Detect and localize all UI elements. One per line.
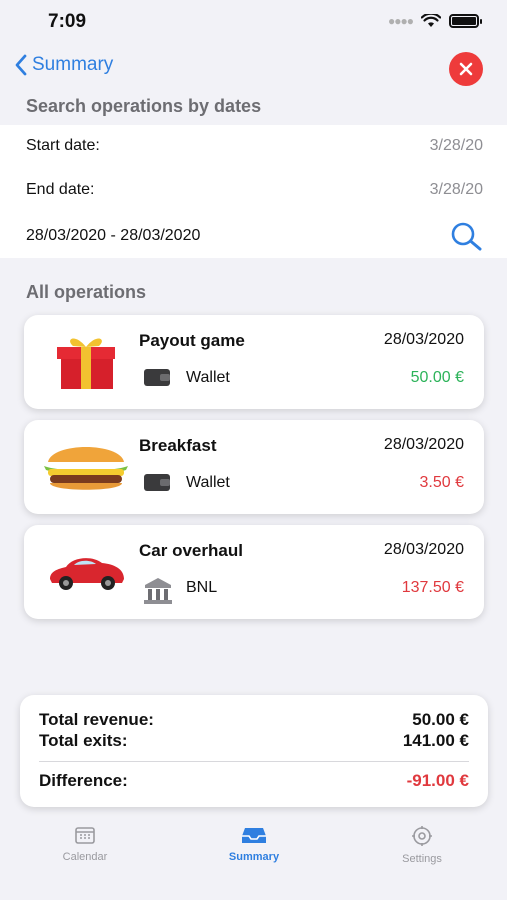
close-button[interactable] (449, 52, 483, 86)
burger-icon (34, 430, 138, 504)
tab-calendar-label: Calendar (62, 851, 108, 863)
operation-account: BNL (186, 579, 218, 596)
operation-date: 28/03/2020 (383, 436, 464, 453)
tab-settings[interactable]: Settings (362, 825, 482, 865)
bank-icon (142, 576, 174, 611)
operation-account: Wallet (186, 369, 230, 386)
tab-summary[interactable]: Summary (194, 825, 314, 863)
chevron-left-icon (15, 54, 27, 76)
status-bar: 7:09 ●●●● (0, 0, 507, 44)
operation-title: Breakfast (139, 436, 217, 455)
search-button[interactable] (449, 221, 483, 251)
start-date-row[interactable]: Start date: 3/28/20 (26, 137, 483, 155)
totals-card: Total revenue: 50.00 € Total exits: 141.… (20, 695, 488, 807)
end-date-value[interactable]: 3/28/20 (430, 181, 483, 199)
operation-card-payout-game[interactable]: Payout game 28/03/2020 Wallet 50.00 € (24, 315, 484, 409)
date-range-text: 28/03/2020 - 28/03/2020 (26, 227, 201, 244)
operation-date: 28/03/2020 (383, 541, 464, 558)
tab-summary-label: Summary (228, 851, 280, 863)
battery-icon (449, 14, 482, 28)
total-exits-row: Total exits: 141.00 € (39, 731, 469, 751)
gift-icon (34, 325, 138, 399)
operation-card-breakfast[interactable]: Breakfast 28/03/2020 Wallet 3.50 € (24, 420, 484, 514)
operations-section-header: All operations (26, 282, 147, 302)
tab-bar: Calendar Summary Settings (0, 815, 507, 900)
total-revenue-label: Total revenue: (39, 710, 154, 729)
back-button[interactable]: Summary (14, 54, 113, 76)
car-icon (34, 535, 138, 609)
totals-divider (39, 761, 469, 762)
signal-icon: ●●●● (388, 14, 414, 28)
end-date-row[interactable]: End date: 3/28/20 (26, 181, 483, 199)
end-date-label: End date: (26, 181, 95, 198)
total-revenue-value: 50.00 € (412, 710, 469, 729)
start-date-value[interactable]: 3/28/20 (430, 137, 483, 155)
total-revenue-row: Total revenue: 50.00 € (39, 710, 469, 730)
start-date-label: Start date: (26, 137, 100, 154)
status-time: 7:09 (48, 11, 87, 32)
wallet-icon (142, 471, 172, 498)
operation-title: Car overhaul (139, 541, 243, 560)
gear-icon (412, 826, 432, 846)
total-exits-label: Total exits: (39, 731, 128, 750)
close-icon (459, 62, 473, 76)
operation-title: Payout game (139, 331, 245, 350)
tab-settings-label: Settings (402, 853, 442, 865)
tab-calendar[interactable]: Calendar (25, 825, 145, 863)
total-exits-value: 141.00 € (402, 731, 469, 750)
operation-date: 28/03/2020 (383, 331, 464, 348)
status-icons: ●●●● (388, 14, 482, 28)
operation-amount: 137.50 € (401, 579, 464, 596)
difference-row: Difference: -91.00 € (39, 771, 469, 791)
operation-account: Wallet (186, 474, 230, 491)
back-label: Summary (32, 54, 114, 75)
operation-amount: 50.00 € (410, 369, 464, 386)
nav-bar: Summary (0, 48, 507, 88)
wallet-icon (142, 366, 172, 393)
search-icon (451, 222, 482, 251)
wifi-icon (421, 14, 441, 27)
calendar-icon (75, 827, 95, 844)
search-panel: Start date: 3/28/20 End date: 3/28/20 28… (0, 125, 507, 258)
operation-amount: 3.50 € (419, 474, 464, 491)
inbox-icon (242, 828, 266, 843)
difference-label: Difference: (39, 771, 128, 790)
search-section-header: Search operations by dates (26, 96, 262, 116)
date-range-row: 28/03/2020 - 28/03/2020 (26, 221, 483, 251)
operation-card-car-overhaul[interactable]: Car overhaul 28/03/2020 BNL 137.50 € (24, 525, 484, 619)
difference-value: -91.00 € (406, 771, 469, 790)
